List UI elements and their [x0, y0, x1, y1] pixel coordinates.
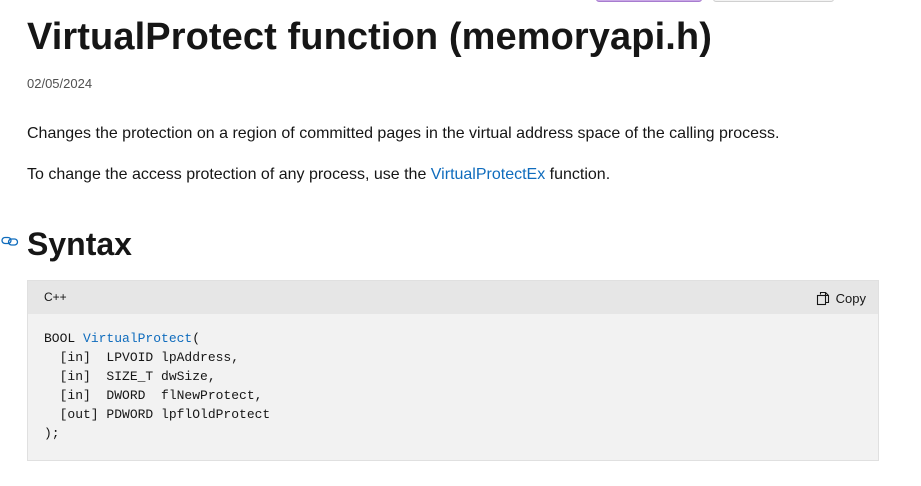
- top-pill-button[interactable]: [596, 0, 702, 2]
- code-line-1-prefix: BOOL: [44, 331, 84, 346]
- code-language-label: C++: [44, 290, 67, 304]
- summary-paragraph: Changes the protection on a region of co…: [27, 125, 780, 142]
- code-content: BOOL VirtualProtect( [in] LPVOID lpAddre…: [44, 329, 270, 443]
- note-paragraph: To change the access protection of any p…: [27, 165, 610, 185]
- doc-page: VirtualProtect function (memoryapi.h) 02…: [0, 0, 921, 486]
- code-function-name: VirtualProtect: [83, 331, 193, 346]
- virtualprotectex-link[interactable]: VirtualProtectEx: [431, 166, 545, 183]
- code-line-2: [in] LPVOID lpAddress,: [44, 350, 240, 365]
- copy-icon: [816, 291, 830, 306]
- top-pill-button-secondary[interactable]: [713, 0, 834, 2]
- syntax-heading: Syntax: [27, 226, 132, 262]
- code-line-3: [in] SIZE_T dwSize,: [44, 369, 216, 384]
- code-line-6: );: [44, 426, 60, 441]
- code-line-1-suffix: (: [192, 331, 201, 346]
- article-date: 02/05/2024: [27, 76, 93, 91]
- code-line-5: [out] PDWORD lpflOldProtect: [44, 407, 271, 422]
- page-title: VirtualProtect function (memoryapi.h): [27, 16, 712, 58]
- copy-button[interactable]: Copy: [816, 288, 866, 308]
- copy-label: Copy: [835, 290, 866, 306]
- code-block: C++ Copy BOOL VirtualProtect( [in] LPVOI…: [27, 280, 879, 461]
- code-line-4: [in] DWORD flNewProtect,: [44, 388, 263, 403]
- link-icon[interactable]: [1, 234, 19, 248]
- code-header: C++ Copy: [28, 281, 878, 314]
- note-prefix: To change the access protection of any p…: [27, 166, 431, 183]
- note-suffix: function.: [545, 166, 611, 183]
